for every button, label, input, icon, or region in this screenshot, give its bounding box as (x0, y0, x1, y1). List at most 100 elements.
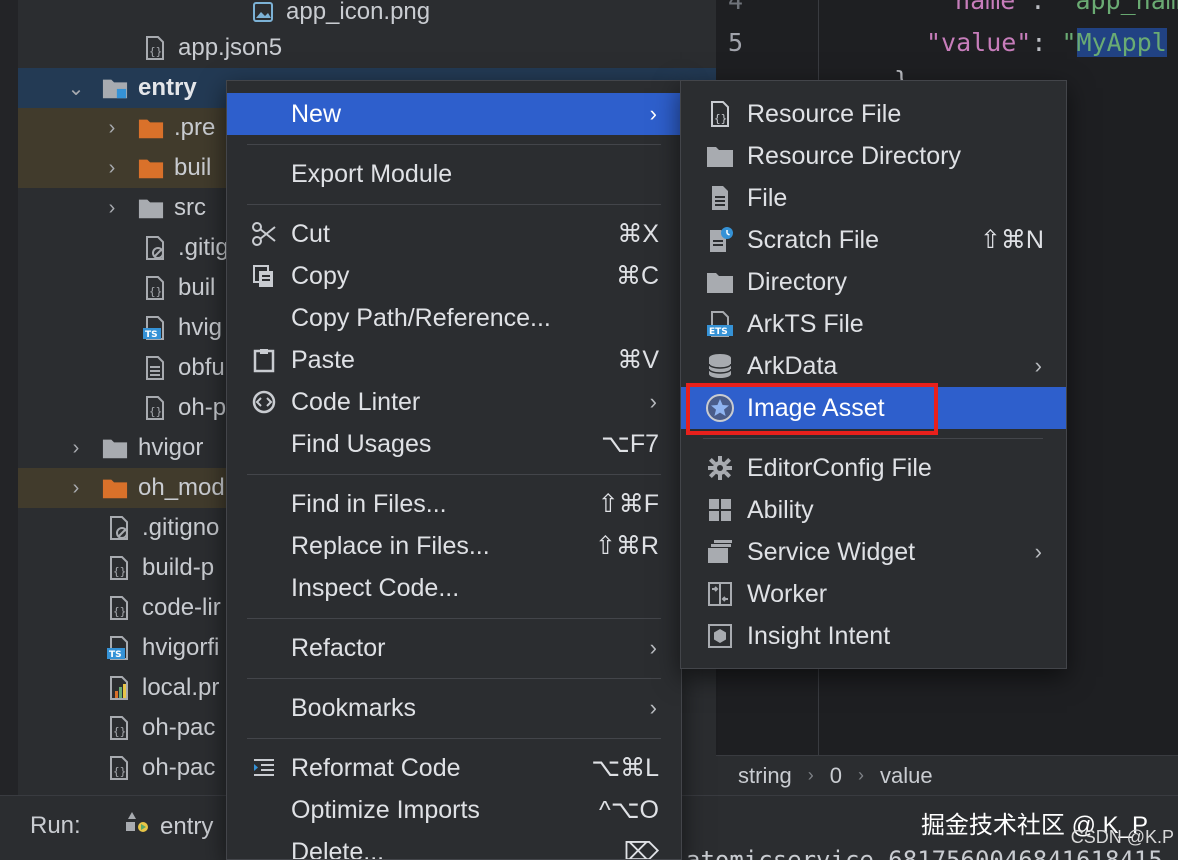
submenu-item-arkdata[interactable]: ArkData › (681, 345, 1066, 387)
copy-icon (249, 261, 279, 291)
chevron-right-icon: › (649, 635, 657, 660)
menu-item-reformat-code[interactable]: Reformat Code ⌥⌘L (227, 747, 681, 789)
tree-item-label: oh_mod (138, 474, 225, 501)
chevron-right-icon[interactable]: › (102, 197, 122, 220)
run-config-icon (124, 810, 150, 843)
shortcut: ⌦ (623, 838, 659, 860)
run-label: Run: (30, 812, 81, 839)
tree-item-label: code-lir (142, 594, 221, 621)
breadcrumb-item[interactable]: string (738, 763, 792, 789)
menu-item-inspect-code[interactable]: Inspect Code... (227, 567, 681, 609)
submenu-item-insight-intent[interactable]: Insight Intent (681, 615, 1066, 657)
tree-item-label: buil (178, 274, 216, 301)
tree-item-label: hvig (178, 314, 223, 341)
ability-icon (705, 495, 735, 525)
svg-text:{}: {} (149, 45, 162, 58)
ignore-file-icon (142, 234, 168, 262)
line-number: 5 (728, 28, 744, 57)
worker-icon (705, 579, 735, 609)
submenu-item-scratch-file[interactable]: Scratch File ⇧⌘N (681, 219, 1066, 261)
shortcut: ⌘X (617, 220, 659, 248)
submenu-item-service-widget[interactable]: Service Widget › (681, 531, 1066, 573)
run-tab-label: entry (160, 812, 214, 840)
chevron-right-icon: › (649, 101, 657, 126)
selected-text: MyAppl (1076, 28, 1167, 57)
svg-text:{}: {} (149, 405, 162, 418)
json-file-icon: {} (106, 754, 132, 782)
tree-item-label: oh-pac (142, 714, 216, 741)
json-file-icon: {} (142, 274, 168, 302)
folder-icon (138, 194, 164, 222)
menu-item-optimize-imports[interactable]: Optimize Imports ^⌥O (227, 789, 681, 831)
menu-item-copy[interactable]: Copy ⌘C (227, 255, 681, 297)
tree-item-label: obfu (178, 354, 225, 381)
menu-item-refactor[interactable]: Refactor › (227, 627, 681, 669)
chevron-right-icon[interactable]: › (66, 437, 86, 460)
chevron-right-icon: › (1034, 539, 1042, 564)
menu-item-code-linter[interactable]: Code Linter › (227, 381, 681, 423)
menu-item-bookmarks[interactable]: Bookmarks › (227, 687, 681, 729)
resource-file-icon: {} (705, 99, 735, 129)
image-file-icon (250, 0, 276, 26)
paste-icon (249, 345, 279, 375)
menu-item-find-usages[interactable]: Find Usages ⌥F7 (227, 423, 681, 465)
tree-item-label: hvigor (138, 434, 204, 461)
shortcut: ⌥F7 (601, 430, 659, 458)
chevron-right-icon: › (807, 765, 814, 785)
menu-item-delete[interactable]: Delete... ⌦ (227, 831, 681, 860)
breadcrumb: string › 0 › value (716, 755, 1178, 795)
chevron-down-icon[interactable]: ⌄ (66, 76, 86, 101)
shortcut: ⇧⌘N (979, 226, 1044, 254)
submenu-item-resource-file[interactable]: {} Resource File (681, 93, 1066, 135)
submenu-item-arkts-file[interactable]: ETS ArkTS File (681, 303, 1066, 345)
chevron-right-icon[interactable]: › (66, 477, 86, 500)
chevron-right-icon: › (858, 765, 865, 785)
submenu-item-file[interactable]: File (681, 177, 1066, 219)
menu-item-cut[interactable]: Cut ⌘X (227, 213, 681, 255)
tree-item-label: buil (174, 154, 212, 181)
tree-item-label: entry (138, 74, 197, 101)
tree-item-label: app.json5 (178, 34, 283, 61)
menu-item-find-in-files[interactable]: Find in Files... ⇧⌘F (227, 483, 681, 525)
svg-text:{}: {} (113, 565, 126, 578)
json-file-icon: {} (142, 394, 168, 422)
line-number: 4 (728, 0, 744, 15)
code-line-5: "value": "MyAppl (926, 28, 1167, 57)
submenu-item-worker[interactable]: Worker (681, 573, 1066, 615)
orange-folder-icon (102, 474, 128, 502)
chevron-right-icon[interactable]: › (102, 117, 122, 140)
tree-item-label: oh-p (178, 394, 227, 421)
menu-item-paste[interactable]: Paste ⌘V (227, 339, 681, 381)
svg-text:{}: {} (113, 605, 126, 618)
ts-file-icon: TS (106, 634, 132, 662)
reformat-icon (249, 753, 279, 783)
text-file-icon (142, 354, 168, 382)
chevron-right-icon[interactable]: › (102, 157, 122, 180)
tree-item-label: oh-pac (142, 754, 216, 781)
properties-file-icon (106, 674, 132, 702)
shortcut: ⌘C (615, 262, 659, 290)
tree-row[interactable]: {} app.json5 (18, 28, 716, 68)
tree-item-label: .pre (174, 114, 216, 141)
run-tab-entry[interactable]: entry (124, 810, 213, 843)
submenu-item-ability[interactable]: Ability (681, 489, 1066, 531)
orange-folder-icon (138, 114, 164, 142)
chevron-right-icon: › (1034, 353, 1042, 378)
shortcut: ⇧⌘R (594, 532, 659, 560)
menu-item-new[interactable]: New › (227, 93, 681, 135)
menu-item-replace-in-files[interactable]: Replace in Files... ⇧⌘R (227, 525, 681, 567)
breadcrumb-item[interactable]: 0 (830, 763, 842, 789)
json-file-icon: {} (106, 554, 132, 582)
code-linter-icon (249, 387, 279, 417)
submenu-item-editorconfig-file[interactable]: EditorConfig File (681, 447, 1066, 489)
database-icon (705, 351, 735, 381)
widget-icon (705, 537, 735, 567)
breadcrumb-item[interactable]: value (880, 763, 933, 789)
new-submenu: {} Resource File Resource Directory File… (680, 80, 1067, 669)
submenu-item-directory[interactable]: Directory (681, 261, 1066, 303)
menu-item-copy-path[interactable]: Copy Path/Reference... (227, 297, 681, 339)
menu-item-export-module[interactable]: Export Module (227, 153, 681, 195)
tree-item-label: .gitig (178, 234, 229, 261)
ets-file-icon: ETS (705, 309, 735, 339)
submenu-item-resource-directory[interactable]: Resource Directory (681, 135, 1066, 177)
